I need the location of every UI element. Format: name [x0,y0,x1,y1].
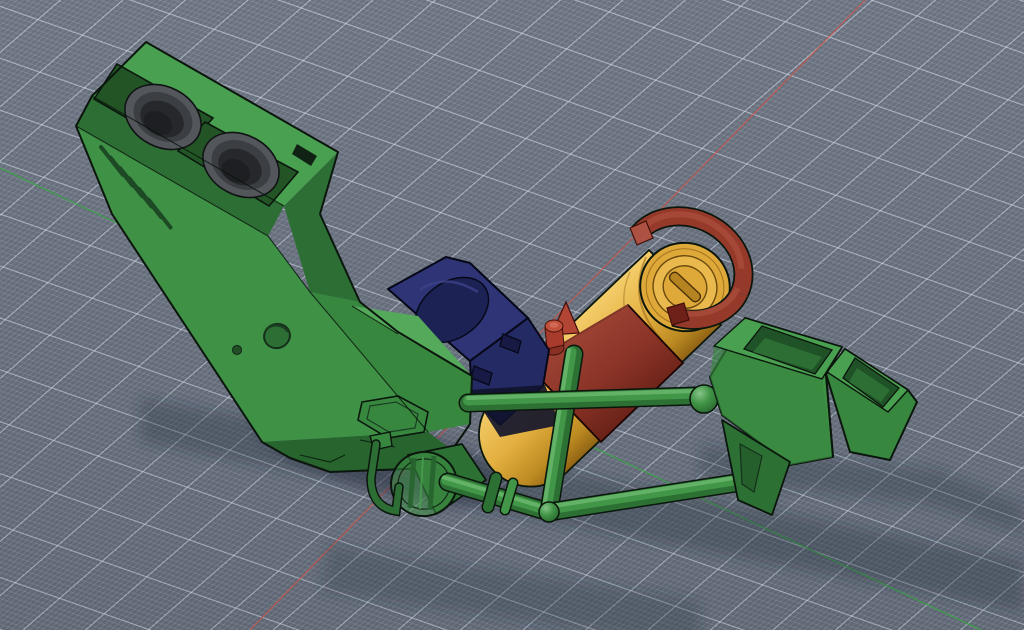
cad-viewport[interactable] [0,0,1024,630]
elbow-joint[interactable] [539,502,559,522]
green-arm[interactable] [76,42,472,472]
scene-canvas[interactable] [0,0,1024,630]
pod-right[interactable] [826,349,917,460]
tube-upper[interactable] [468,391,696,403]
arm-small-hole [233,346,242,355]
